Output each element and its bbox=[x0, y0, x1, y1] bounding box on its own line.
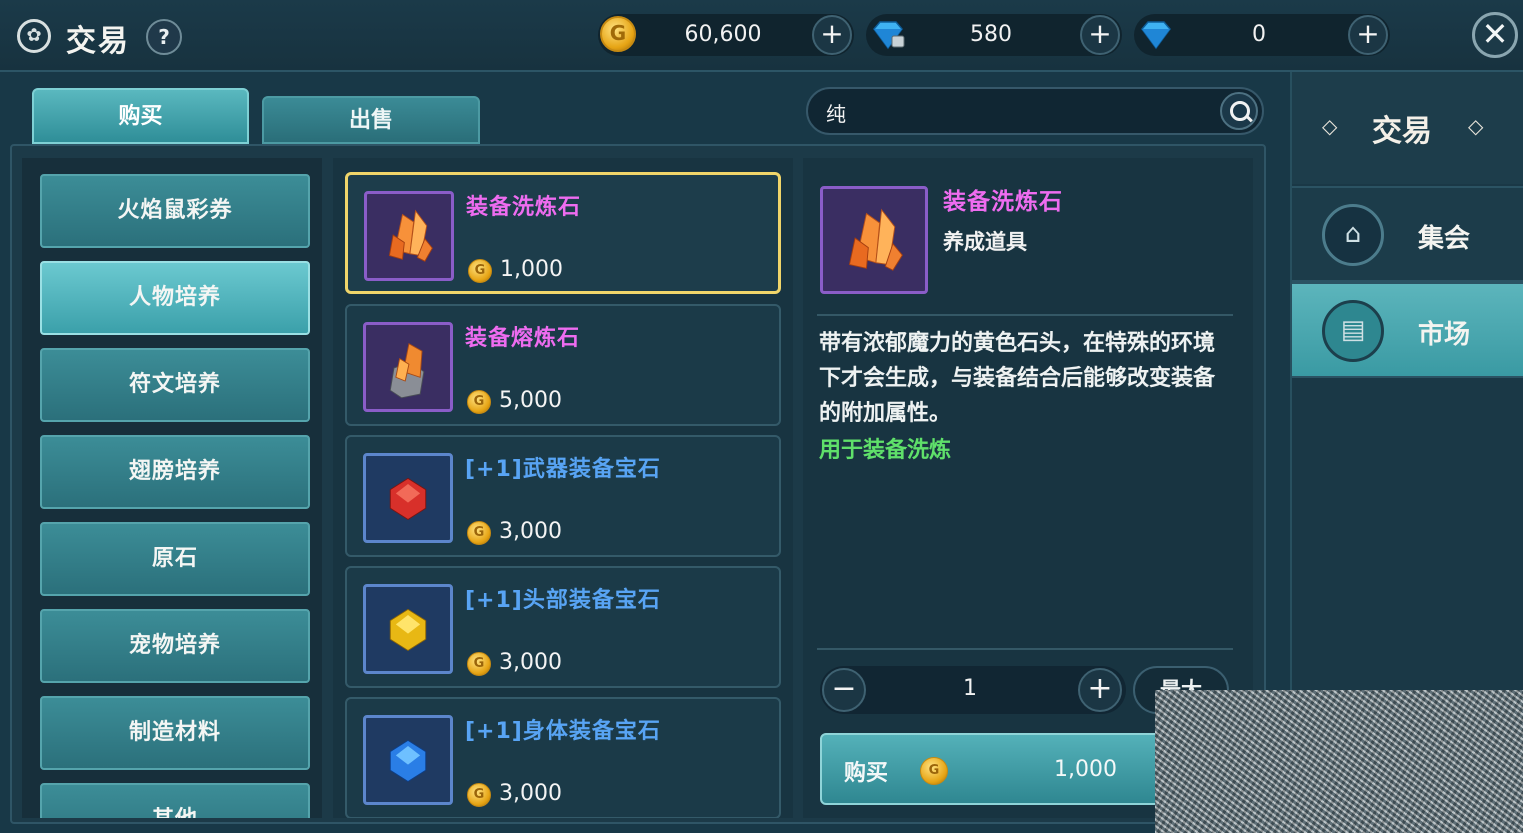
gold-coin-icon: G bbox=[467, 390, 491, 414]
item-list: 装备洗炼石 G 1,000 装备熔炼石 G 5,000 [+1]武器装备宝石 G… bbox=[333, 158, 793, 818]
item-price: 1,000 bbox=[500, 257, 563, 282]
item-name: [+1]武器装备宝石 bbox=[465, 457, 661, 482]
search-icon[interactable] bbox=[1220, 92, 1258, 130]
diamond-icon bbox=[1141, 21, 1171, 50]
page-title: 交易 bbox=[66, 24, 130, 59]
gold-coin-icon: G bbox=[467, 783, 491, 807]
increase-quantity-button[interactable]: + bbox=[1078, 668, 1122, 712]
obscured-overlay bbox=[1155, 690, 1523, 833]
item-name: 装备洗炼石 bbox=[466, 195, 582, 220]
orange-crystal-icon bbox=[820, 186, 928, 294]
bound-diamond-value: 580 bbox=[970, 22, 1012, 47]
orange-crystal-icon bbox=[364, 191, 454, 281]
category-wings[interactable]: 翅膀培养 bbox=[40, 435, 310, 509]
sidebar-header: ◇ 交易 ◇ bbox=[1292, 72, 1523, 184]
gold-currency: G 60,600 + bbox=[598, 14, 854, 56]
category-rune[interactable]: 符文培养 bbox=[40, 348, 310, 422]
add-gold-button[interactable]: + bbox=[812, 15, 852, 55]
tab-sell[interactable]: 出售 bbox=[262, 96, 480, 144]
search-box bbox=[806, 87, 1264, 135]
divider bbox=[817, 648, 1233, 650]
gold-coin-icon: G bbox=[467, 652, 491, 676]
list-item[interactable]: [+1]身体装备宝石 G 3,000 bbox=[345, 697, 781, 818]
detail-item-name: 装备洗炼石 bbox=[943, 189, 1063, 215]
red-gem-icon bbox=[363, 453, 453, 543]
search-input[interactable] bbox=[826, 97, 1206, 127]
category-lottery[interactable]: 火焰鼠彩券 bbox=[40, 174, 310, 248]
detail-description: 带有浓郁魔力的黄色石头，在特殊的环境下才会生成，与装备结合后能够改变装备的附加属… bbox=[819, 331, 1216, 426]
list-item[interactable]: 装备熔炼石 G 5,000 bbox=[345, 304, 781, 426]
gold-coin-icon: G bbox=[600, 16, 636, 52]
category-character[interactable]: 人物培养 bbox=[40, 261, 310, 335]
gold-value: 60,600 bbox=[684, 22, 762, 47]
detail-usage: 用于装备洗炼 bbox=[819, 438, 952, 463]
sidebar-item-market[interactable]: ▤ 市场 bbox=[1292, 282, 1523, 378]
ornament-icon: ◇ bbox=[1468, 114, 1484, 138]
item-price: 3,000 bbox=[499, 650, 562, 675]
bound-diamond-icon bbox=[873, 21, 905, 50]
item-name: 装备熔炼石 bbox=[465, 326, 581, 351]
blue-gem-icon bbox=[363, 715, 453, 805]
category-crafting[interactable]: 制造材料 bbox=[40, 696, 310, 770]
list-item[interactable]: [+1]头部装备宝石 G 3,000 bbox=[345, 566, 781, 688]
bound-diamond-currency: 580 + bbox=[866, 14, 1122, 56]
sidebar-item-label: 市场 bbox=[1418, 320, 1471, 350]
trade-emblem-icon: ✿ bbox=[17, 19, 51, 53]
buy-total-price: 1,000 bbox=[1054, 757, 1117, 782]
divider bbox=[817, 314, 1233, 316]
item-name: [+1]头部装备宝石 bbox=[465, 588, 661, 613]
diamond-currency: 0 + bbox=[1134, 14, 1390, 56]
category-pet[interactable]: 宠物培养 bbox=[40, 609, 310, 683]
close-button[interactable]: ✕ bbox=[1472, 12, 1518, 58]
ornament-icon: ◇ bbox=[1322, 114, 1338, 138]
bag-icon: ⌂ bbox=[1322, 204, 1384, 266]
add-diamond-button[interactable]: + bbox=[1348, 15, 1388, 55]
category-other[interactable]: 其他 bbox=[40, 783, 310, 818]
category-list: 火焰鼠彩券 人物培养 符文培养 翅膀培养 原石 宠物培养 制造材料 其他 bbox=[22, 158, 322, 818]
detail-item-type: 养成道具 bbox=[943, 230, 1027, 254]
list-item[interactable]: [+1]武器装备宝石 G 3,000 bbox=[345, 435, 781, 557]
category-raw-stone[interactable]: 原石 bbox=[40, 522, 310, 596]
decrease-quantity-button[interactable]: − bbox=[822, 668, 866, 712]
sidebar-item-gathering[interactable]: ⌂ 集会 bbox=[1292, 186, 1523, 282]
quantity-value[interactable]: 1 bbox=[950, 676, 990, 701]
list-item[interactable]: 装备洗炼石 G 1,000 bbox=[345, 172, 781, 294]
item-price: 5,000 bbox=[499, 388, 562, 413]
sidebar-item-label: 集会 bbox=[1418, 224, 1471, 254]
gold-coin-icon: G bbox=[467, 521, 491, 545]
gold-coin-icon: G bbox=[468, 259, 492, 283]
top-bar: ✿ 交易 ? G 60,600 + 580 + 0 + ✕ bbox=[0, 0, 1523, 72]
yellow-gem-icon bbox=[363, 584, 453, 674]
item-price: 3,000 bbox=[499, 519, 562, 544]
add-bound-diamond-button[interactable]: + bbox=[1080, 15, 1120, 55]
buy-label: 购买 bbox=[844, 761, 889, 786]
gold-coin-icon: G bbox=[920, 757, 948, 785]
diamond-value: 0 bbox=[1252, 22, 1266, 47]
tab-buy[interactable]: 购买 bbox=[32, 88, 249, 144]
molten-stone-icon bbox=[363, 322, 453, 412]
help-button[interactable]: ? bbox=[146, 19, 182, 55]
item-name: [+1]身体装备宝石 bbox=[465, 719, 661, 744]
sidebar-title: 交易 bbox=[1372, 114, 1432, 149]
quantity-stepper: − 1 + bbox=[820, 666, 1126, 714]
market-icon: ▤ bbox=[1322, 300, 1384, 362]
item-price: 3,000 bbox=[499, 781, 562, 806]
